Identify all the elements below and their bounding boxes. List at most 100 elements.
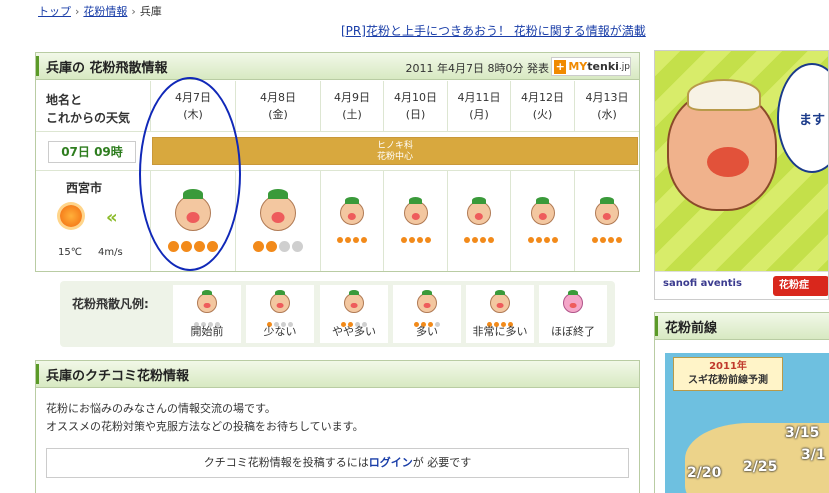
mytenki-tenki: tenki [587,60,619,73]
hat-icon [182,188,204,199]
nose-icon [474,212,484,220]
pollen-dot [616,237,622,243]
day-column-header: 4月8日 (金) [235,81,320,131]
zensen-header: 花粉前線 [655,313,829,340]
nose-icon [276,302,284,309]
hinoki-label-line2: 花粉中心 [376,152,413,162]
divider [36,131,639,132]
legend-label: 多い [416,325,438,338]
pollen-dot [408,237,415,243]
pollen-forecast-cell[interactable] [447,171,510,271]
login-link[interactable]: ログイン [369,456,413,469]
pollen-face-icon [260,188,296,231]
mytenki-jp: .jp [618,61,630,72]
pollen-face-icon [595,197,619,225]
pollen-dot [345,237,351,243]
nose-icon [186,212,200,224]
hinoki-label-line1: ヒノキ科 [376,141,413,151]
pollen-level-dots [384,233,447,246]
day-weekday: (水) [597,108,617,121]
pollen-dot [292,241,303,252]
wind-speed: 4m/s [98,247,123,258]
day-date: 4月12日 [521,91,564,104]
pollen-forecast-cell[interactable] [510,171,574,271]
ad-pollen-button[interactable]: 花粉症 [773,276,828,296]
time-badge: 07日 09時 [48,141,136,163]
hat-icon [274,290,286,296]
zensen-map-image[interactable]: 2011年 スギ花粉前線予測 3/15 3/1 2/25 2/20 [665,353,829,493]
breadcrumb-current: 兵庫 [139,5,162,18]
legend-label: やや多い [332,325,376,338]
pollen-forecast-cell[interactable] [574,171,639,271]
nose-icon [569,302,577,309]
forecast-header: 兵庫の 花粉飛散情報 2011 年4月7日 8時0分 発表 + MY tenki .j… [36,53,639,80]
nose-icon [707,147,749,177]
hat-icon [348,290,360,296]
ad-footer: sanofi aventis 花粉症 [655,271,828,299]
zensen-map-title: 2011年 スギ花粉前線予測 [673,357,783,391]
legend-face-icon [563,290,583,313]
pollen-dot [207,241,218,252]
hat-icon [567,290,579,296]
pollen-dot [472,237,478,243]
legend-item: ほぼ終了 [539,285,607,343]
hinoki-bar: ヒノキ科 花粉中心 [152,137,638,165]
pollen-legend: 花粉飛散凡例: 開始前 少ない やや多い 多い 非常に多い ほぼ終了 [60,281,615,347]
nose-icon [350,302,358,309]
turban-icon [687,79,761,111]
pollen-dot [480,237,486,243]
row-label: 地名と これからの天気 [46,91,130,127]
login-notice-post: が 必要です [412,456,472,469]
pollen-level-dots [236,241,320,255]
plus-icon: + [554,59,567,74]
day-date: 4月11日 [457,91,501,104]
day-column-header: 4月7日 (木) [150,81,235,131]
pollen-face-icon [530,197,555,225]
hat-icon [345,197,359,204]
pollen-dot [253,241,264,252]
pollen-level-dots [151,241,235,255]
hat-icon [600,197,614,204]
breadcrumb-section-link[interactable]: 花粉情報 [83,5,127,18]
day-column-header: 4月12日 (火) [510,81,574,131]
day-date: 4月10日 [394,91,437,104]
zensen-map-title-line1: 2011年 [709,361,747,372]
pollen-face-icon [340,197,364,225]
pollen-face-icon [403,197,428,225]
breadcrumb-top-link[interactable]: トップ [38,5,71,18]
day-column-header: 4月9日 (土) [320,81,383,131]
pollen-level-dots [575,233,639,246]
pollen-dot [551,237,558,243]
legend-item: 多い [393,285,461,343]
pollen-forecast-cell[interactable] [235,171,320,271]
pollen-forecast-cell[interactable] [320,171,383,271]
breadcrumb: トップ › 花粉情報 › 兵庫 [38,3,162,19]
ad-bubble-text: ます 胎 [799,113,828,128]
nose-icon [411,212,420,220]
nose-icon [602,212,612,220]
pollen-dot [527,237,534,243]
mytenki-button[interactable]: + MY tenki .jp [551,57,631,76]
day-weekday: (月) [469,108,489,121]
pollen-dot [337,237,343,243]
day-weekday: (火) [532,108,553,121]
ad-banner[interactable]: ます 胎 sanofi aventis 花粉症 [654,50,829,300]
zensen-date: 3/15 [785,425,820,441]
pollen-dot [464,237,470,243]
pollen-forecast-cell[interactable] [150,171,235,271]
day-column-header: 4月13日 (水) [574,81,639,131]
city-name[interactable]: 西宮市 [66,179,102,196]
pollen-forecast-cell[interactable] [383,171,447,271]
hat-icon [535,197,550,204]
login-notice-pre: クチコミ花粉情報を投稿するには [203,456,369,469]
nose-icon [423,302,431,309]
zensen-panel: 花粉前線 2011年 スギ花粉前線予測 3/15 3/1 2/25 2/20 [654,312,829,493]
pollen-dot [535,237,542,243]
hat-icon [494,290,506,296]
day-date: 4月13日 [585,91,629,104]
pollen-dot [600,237,606,243]
pr-link[interactable]: [PR]花粉と上手につきあおう！ 花粉に関する情報が満載 [341,22,646,39]
kuchikomi-text-line1: 花粉にお悩みのみなさんの情報交流の場です。 [46,402,276,415]
hat-icon [408,197,423,204]
day-column-header: 4月11日 (月) [447,81,510,131]
